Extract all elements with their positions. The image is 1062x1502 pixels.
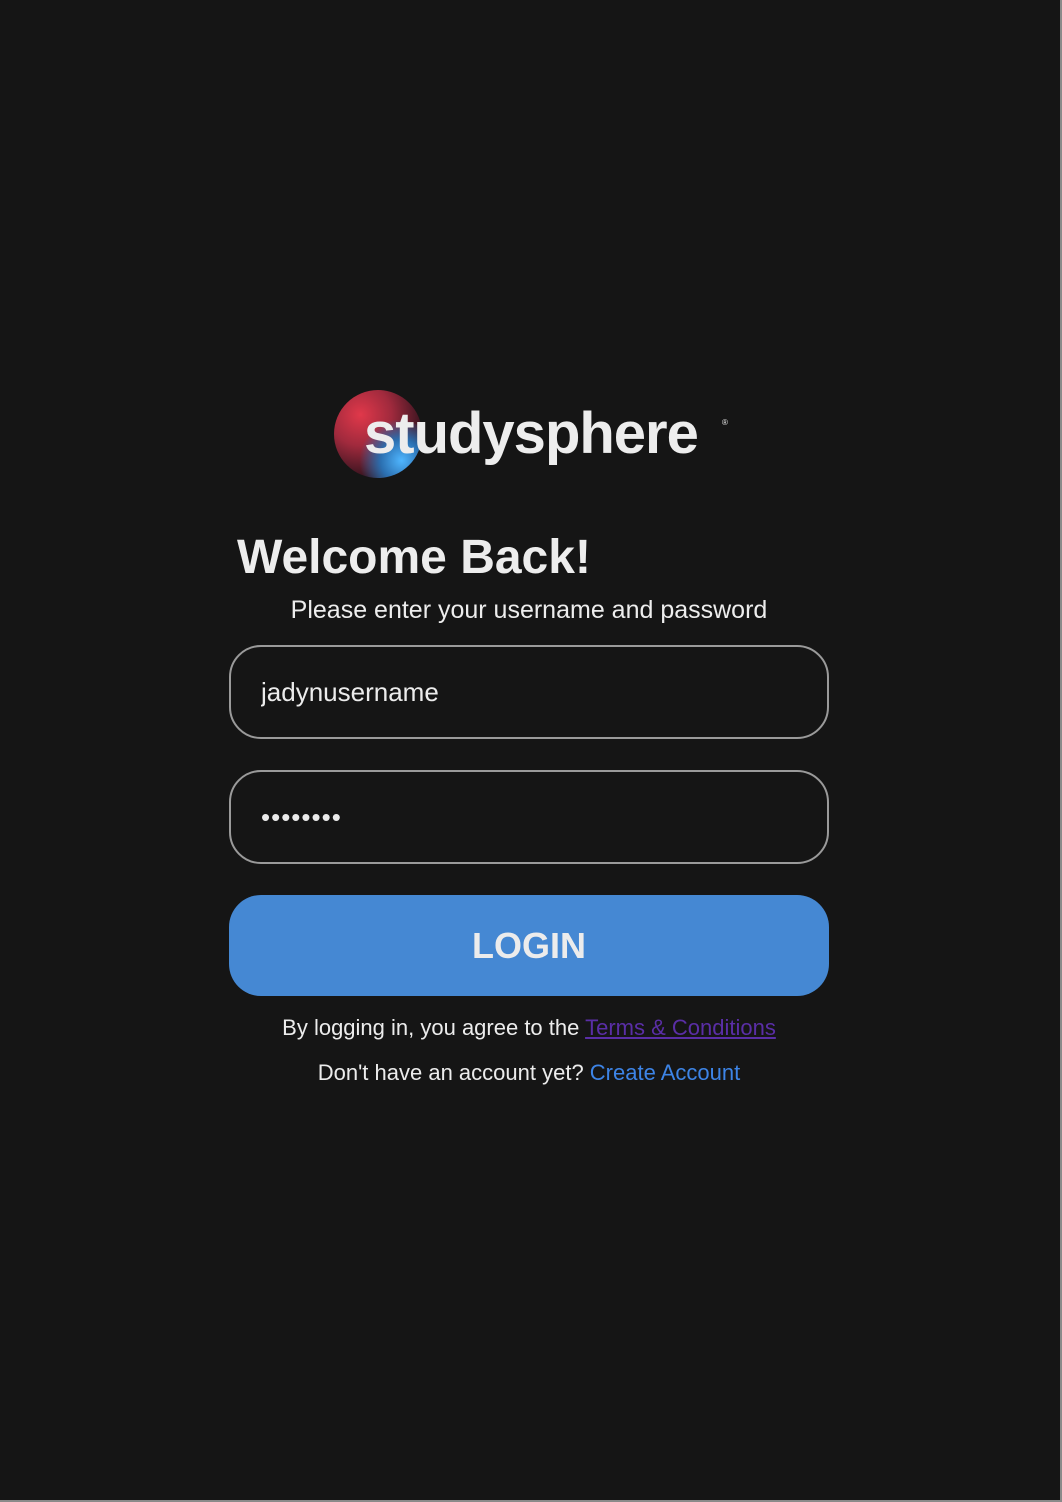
login-button[interactable]: LOGIN [229,895,829,996]
page-title: Welcome Back! [237,531,591,584]
registered-mark: ® [722,418,728,427]
terms-link[interactable]: Terms & Conditions [585,1015,776,1040]
username-input[interactable] [229,645,829,739]
terms-notice: By logging in, you agree to the Terms & … [0,1013,1058,1043]
login-page: studysphere ® Welcome Back! Please enter… [0,0,1062,1502]
signup-prompt: Don't have an account yet? Create Accoun… [0,1058,1058,1088]
brand-name: studysphere [364,401,699,466]
terms-prefix: By logging in, you agree to the [282,1015,586,1040]
studysphere-logo: studysphere ® [334,390,754,482]
signup-prefix: Don't have an account yet? [317,1060,590,1085]
create-account-link[interactable]: Create Account [590,1060,740,1085]
password-input[interactable]: •••••••• [229,770,829,864]
page-subtitle: Please enter your username and password [290,596,768,624]
password-masked-value: •••••••• [261,801,342,832]
